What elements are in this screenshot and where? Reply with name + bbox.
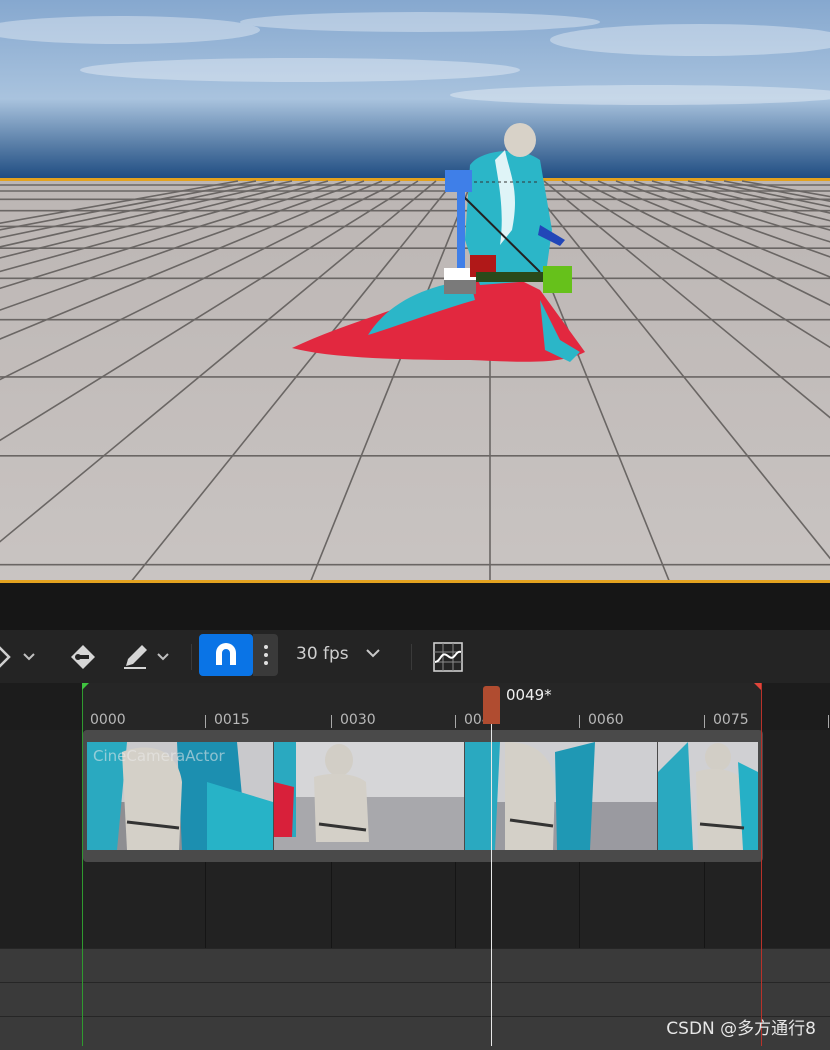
key-filter-button[interactable] (66, 630, 100, 683)
grid-line (704, 862, 705, 948)
gizmo-x-axis[interactable] (476, 272, 548, 282)
grid-line (331, 862, 332, 948)
playhead-frame-label: 0049* (506, 686, 552, 704)
camera-thumbnail (274, 742, 464, 850)
camera-thumbnail (658, 742, 758, 850)
ruler-tick (331, 715, 332, 728)
time-ruler-range[interactable] (83, 683, 761, 730)
ruler-tick-label: 0060 (588, 712, 624, 728)
watermark: CSDN @多方通行8 (666, 1019, 816, 1039)
ruler-tick (205, 715, 206, 728)
vertical-dots-icon (263, 645, 268, 665)
playhead-handle[interactable] (483, 686, 500, 724)
ruler-tick-label: 0000 (90, 712, 126, 728)
gizmo-x-handle[interactable] (543, 266, 572, 293)
frame-rate-label: 30 fps (296, 644, 349, 664)
magnet-icon (216, 643, 236, 665)
snap-options-button[interactable] (253, 634, 278, 676)
track-row[interactable] (0, 948, 830, 982)
toolbar-divider (191, 644, 192, 670)
grid-line (455, 862, 456, 948)
panel-header (0, 583, 830, 630)
chevron-down-icon (366, 649, 380, 658)
ruler-tick-label: 0015 (214, 712, 250, 728)
curve-editor-icon (433, 641, 463, 672)
ruler-tick (828, 715, 829, 728)
level-viewport[interactable] (0, 0, 830, 583)
ruler-tick-label: 0075 (713, 712, 749, 728)
grid-line (205, 862, 206, 948)
frame-rate-dropdown[interactable]: 30 fps (296, 642, 382, 666)
edit-mode-menu[interactable] (120, 630, 178, 683)
playback-end-marker[interactable] (761, 683, 762, 1046)
track-row[interactable] (0, 982, 830, 1016)
selection-outline-top (0, 178, 830, 181)
camera-section-label: CineCameraActor (93, 747, 225, 765)
gizmo-z-axis[interactable] (457, 185, 465, 270)
grid-line (579, 862, 580, 948)
playhead-line[interactable] (491, 723, 492, 1046)
gizmo-z-handle[interactable] (445, 170, 472, 192)
ruler-tick (704, 715, 705, 728)
diamond-arrow-icon (0, 645, 35, 668)
pencil-icon (124, 644, 169, 669)
ruler-tick-label: 0030 (340, 712, 376, 728)
playback-start-marker[interactable] (82, 683, 83, 1046)
ruler-tick (455, 715, 456, 728)
playback-start-flag[interactable] (82, 683, 89, 690)
camera-thumbnail (465, 742, 657, 850)
viewport-scene[interactable] (0, 0, 830, 583)
snap-toggle-button[interactable] (199, 634, 253, 676)
curve-editor-button[interactable] (431, 630, 465, 683)
playback-end-flag[interactable] (754, 683, 761, 690)
toolbar-divider (411, 644, 412, 670)
transform-menu-button[interactable] (0, 630, 44, 683)
key-diamond-icon (71, 644, 95, 669)
floor (0, 181, 830, 583)
ruler-tick (579, 715, 580, 728)
